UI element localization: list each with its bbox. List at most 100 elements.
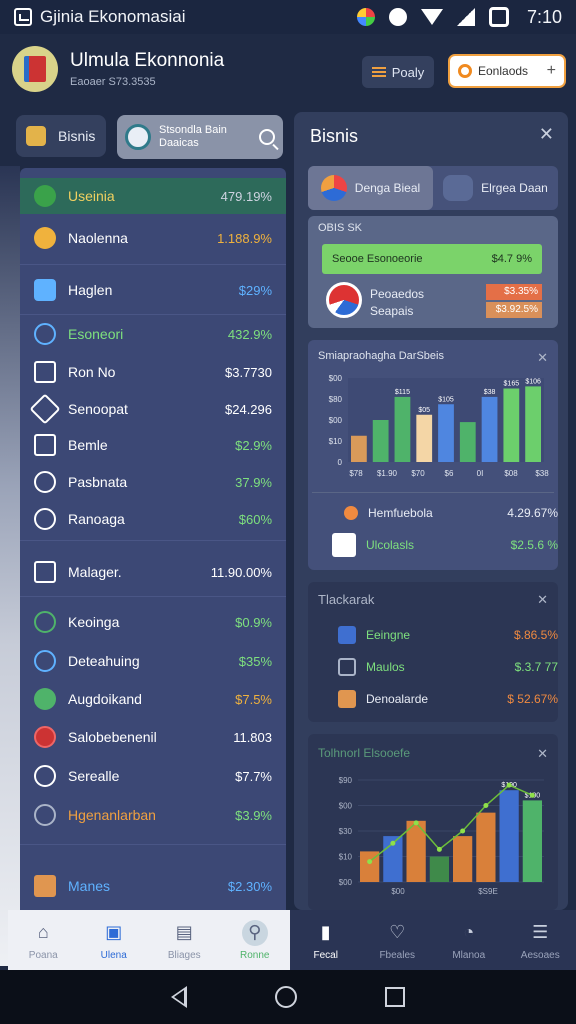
nav-tablet[interactable]: ▮ Fecal — [290, 910, 362, 970]
close-icon[interactable]: ✕ — [537, 746, 548, 762]
x-tick-label: $1.90 — [377, 469, 398, 478]
y-tick-label: $00 — [339, 802, 353, 811]
list-item[interactable]: Ron No $3.7730 — [20, 354, 286, 390]
close-icon[interactable]: ✕ — [537, 592, 548, 608]
calendar-icon — [34, 361, 56, 383]
list-item[interactable]: Naolenna 1.188.9% — [20, 220, 286, 256]
list-item-value: $7.5% — [235, 691, 272, 707]
tracker-row[interactable]: Eeingne $.86.5% — [322, 622, 558, 648]
segment-tab-1[interactable]: Denga Bieal — [308, 166, 433, 210]
record-icon — [388, 8, 407, 26]
bar — [438, 404, 454, 462]
status-app-name: Gjinia Ekonomasiai — [40, 7, 186, 26]
nav-label: Fbeales — [379, 949, 416, 961]
background-strip — [0, 166, 20, 966]
line-point — [483, 803, 489, 808]
list-item[interactable]: Serealle $7.7% — [20, 758, 286, 794]
list-item[interactable]: Hgenanlarban $3.9% — [20, 797, 286, 833]
x-tick-label: $00 — [391, 887, 405, 896]
list-item[interactable]: Pasbnata 37.9% — [20, 464, 286, 500]
list-item[interactable]: Senoopat $24.296 — [20, 391, 286, 427]
filter-button-label: Poaly — [391, 64, 425, 80]
close-icon[interactable]: ✕ — [537, 350, 548, 366]
list-item[interactable]: Augdoikand $7.5% — [20, 681, 286, 717]
list-item[interactable]: Ranoaga $60% — [20, 501, 286, 537]
filter-button[interactable]: Poaly — [362, 56, 434, 88]
search-text-1: Stsondla Bain — [159, 124, 227, 136]
nav-building[interactable]: ▣ Ulena — [79, 910, 150, 970]
nav-label: Fecal — [313, 949, 338, 961]
list-item-value: $2.9% — [235, 437, 272, 453]
home-circle-icon[interactable] — [275, 986, 297, 1008]
tracker-row-label: Maulos — [366, 660, 405, 674]
nav-home[interactable]: ⌂ Poana — [8, 910, 79, 970]
list-item[interactable]: Bemle $2.9% — [20, 427, 286, 463]
bar — [459, 422, 476, 462]
battery-icon — [488, 7, 509, 27]
recent-apps-icon[interactable] — [385, 987, 405, 1007]
list-item[interactable]: Esoneori 432.9% — [20, 316, 286, 352]
bar-label: $165 — [504, 381, 520, 388]
nav-label: Ulena — [100, 949, 127, 961]
nav-clock[interactable]: ◔ Mlanoa — [433, 910, 505, 970]
list-item[interactable]: Salobebenenil 11.803 — [20, 719, 286, 755]
chart-card-1: Smiapraohagha DarSbeis ✕ $00 $80 $00 $10 0 $1… — [308, 340, 558, 570]
list-item-value: 479.19% — [220, 188, 272, 204]
list-item-label: Augdoikand — [68, 691, 142, 707]
nav-heart[interactable]: ♡ Fbeales — [362, 910, 434, 970]
segment-tab-2[interactable]: Elrgea Daan — [433, 166, 558, 210]
nav-menu[interactable]: ☰ Aesoaes — [505, 910, 576, 970]
document-icon: ▤ — [175, 922, 193, 942]
list-item[interactable]: Deteahuing $35% — [20, 643, 286, 679]
chart-legend-row[interactable]: Ulcolasls $2.5.6 % — [322, 532, 558, 558]
box-icon — [338, 690, 356, 708]
divider — [20, 844, 286, 845]
nav-search[interactable]: ⚲ Ronne — [220, 910, 291, 970]
chrome-icon — [356, 8, 375, 26]
avatar[interactable] — [12, 46, 58, 92]
nav-label: Aesoaes — [520, 949, 560, 961]
bisnis-chip[interactable]: Bisnis — [16, 115, 106, 157]
highlight-bar[interactable]: Seooe Esonoeorie $4.7 9% — [322, 244, 542, 274]
y-tick-label: $10 — [339, 853, 353, 862]
tracker-row[interactable]: Denoalarde $ 52.67% — [322, 686, 558, 712]
close-icon[interactable]: ✕ — [539, 124, 554, 145]
list-item-label: Pasbnata — [68, 474, 128, 490]
chart-legend-row[interactable]: Hemfuebola 4.29.67% — [322, 500, 558, 526]
search-icon[interactable] — [259, 129, 275, 145]
list-item-label: Manes — [68, 878, 111, 894]
list-item[interactable]: Manes $2.30% — [20, 868, 286, 904]
chart-card-2: Tolhnorl Elsooefe ✕ $90$00$30$10$00$190$… — [308, 734, 558, 910]
list-item[interactable]: Haglen $29% — [20, 272, 286, 308]
bar — [522, 800, 542, 882]
wallet-icon — [34, 875, 56, 897]
page-subtitle: Eaoaer S73.3535 — [70, 76, 156, 88]
line-point — [367, 859, 373, 865]
image-icon — [34, 279, 56, 301]
chart-ball-icon — [320, 175, 347, 201]
search-input[interactable]: Stsondla Bain Daaicas — [117, 115, 283, 159]
tracker-row[interactable]: Maulos $.3.7 77 — [322, 654, 558, 680]
item-list: Useinia 479.19% Naolenna 1.188.9% Haglen… — [20, 168, 286, 910]
bar-label: $38 — [484, 389, 496, 396]
x-tick-label: 0I — [477, 469, 484, 478]
back-icon[interactable] — [171, 986, 187, 1008]
clock-icon — [34, 508, 56, 530]
bar — [499, 790, 519, 882]
signal-icon — [456, 8, 475, 26]
y-tick-label: $00 — [329, 416, 343, 425]
nav-document[interactable]: ▤ Bliages — [149, 910, 220, 970]
tracker-row-label: Denoalarde — [366, 692, 429, 706]
list-item[interactable]: Malager. 11.90.00% — [20, 554, 286, 590]
search-button[interactable]: Eonlaods + — [448, 54, 566, 88]
search-text-2: Daaicas — [159, 137, 199, 149]
list-item[interactable]: Keoinga $0.9% — [20, 604, 286, 640]
blocked-icon — [34, 726, 56, 748]
list-item[interactable]: Useinia 479.19% — [20, 178, 286, 214]
system-nav-bar — [0, 970, 576, 1024]
bar — [429, 856, 449, 882]
x-tick-label: $S9E — [478, 887, 498, 896]
highlight-value: $4.7 9% — [491, 253, 532, 265]
tracker-card: Tlackarak ✕ Eeingne $.86.5% Maulos $.3.7… — [308, 582, 558, 722]
chart-card-1-header: Smiapraohagha DarSbeis — [318, 350, 444, 362]
